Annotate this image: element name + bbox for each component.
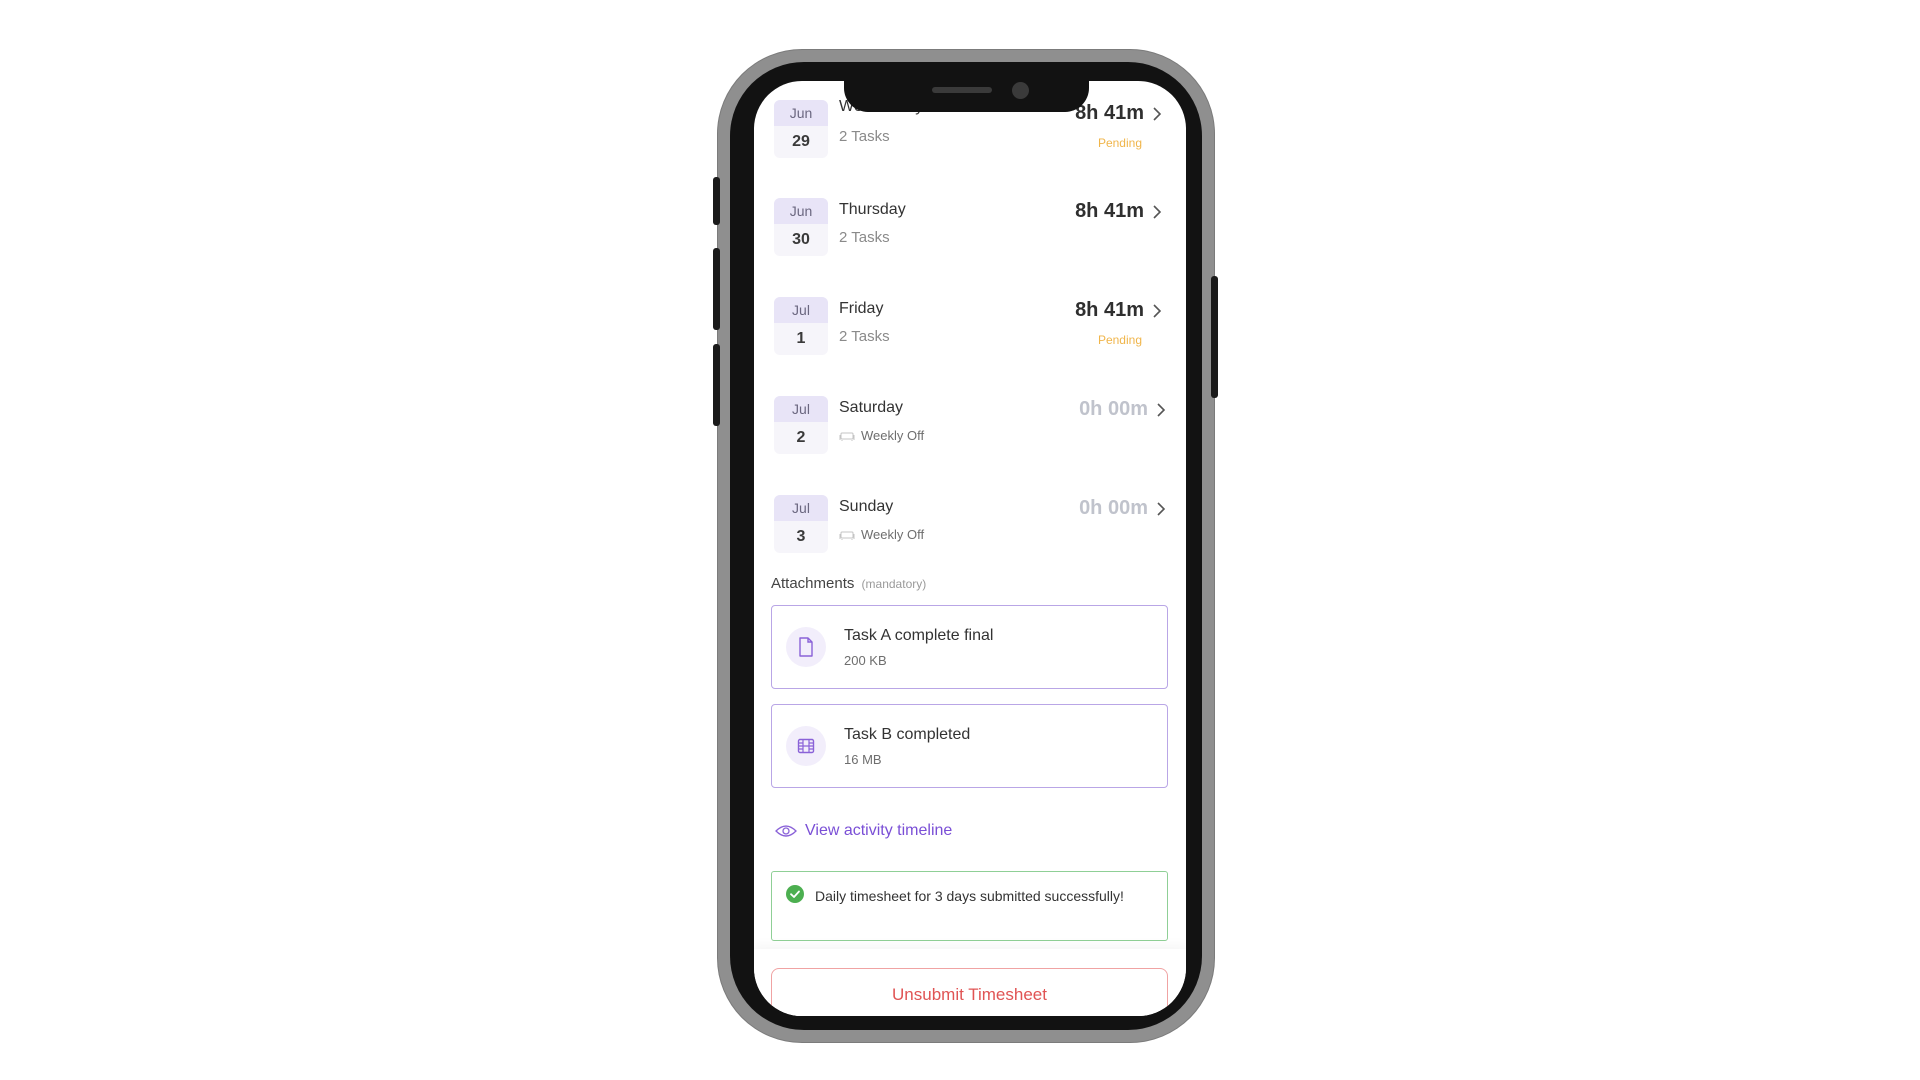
date-day: 29 [792, 133, 810, 150]
date-chip: Jun 30 [774, 198, 828, 256]
chevron-right-icon [1153, 107, 1162, 121]
day-name: Thursday [839, 201, 906, 218]
day-row-sunday[interactable]: Jul 3 Sunday Weekly Off 0h 00m [774, 495, 1170, 559]
timeline-link-label: View activity timeline [805, 822, 953, 839]
sofa-icon [839, 432, 855, 441]
sofa-icon [839, 531, 855, 540]
status-pending: Pending [1097, 333, 1142, 347]
document-icon [786, 627, 826, 667]
day-name: Friday [839, 300, 884, 317]
date-day: 2 [796, 429, 806, 446]
logged-hours: 0h 00m [1079, 398, 1148, 420]
day-name: Sunday [839, 498, 894, 515]
attachment-size: 16 MB [844, 752, 882, 767]
task-count: 2 Tasks [839, 128, 890, 145]
logged-hours: 8h 41m [1075, 102, 1144, 124]
mandatory-hint: (mandatory) [861, 577, 927, 591]
eye-icon [775, 825, 797, 837]
unsubmit-timesheet-button[interactable]: Unsubmit Timesheet [771, 968, 1168, 1016]
chevron-right-icon [1153, 304, 1162, 318]
chevron-right-icon [1157, 502, 1166, 516]
weekly-off-label: Weekly Off [839, 428, 924, 443]
status-pending: Pending [1097, 136, 1142, 150]
date-month: Jun [774, 198, 828, 224]
speaker-grille [932, 87, 992, 93]
task-count: 2 Tasks [839, 229, 890, 246]
phone-notch [844, 78, 1089, 112]
attachments-title: Attachments [771, 575, 855, 592]
task-count: 2 Tasks [839, 328, 890, 345]
weekly-off-label: Weekly Off [839, 527, 924, 542]
date-day: 3 [796, 528, 806, 545]
volume-down-button [713, 344, 720, 426]
attachment-size: 200 KB [844, 653, 887, 668]
view-activity-timeline-link[interactable]: View activity timeline [775, 822, 952, 840]
logged-hours: 8h 41m [1075, 200, 1144, 222]
weekly-off-text: Weekly Off [861, 527, 925, 542]
date-month: Jun [774, 100, 828, 126]
film-icon [786, 726, 826, 766]
check-circle-icon [786, 885, 804, 903]
date-chip: Jul 2 [774, 396, 828, 454]
date-month: Jul [774, 396, 828, 422]
power-button [1211, 276, 1218, 398]
day-row-saturday[interactable]: Jul 2 Saturday Weekly Off 0h 00m [774, 396, 1170, 460]
mute-switch [713, 177, 720, 225]
attachment-card-task-a[interactable]: Task A complete final 200 KB [771, 605, 1168, 689]
date-chip: Jun 29 [774, 100, 828, 158]
day-row-thursday[interactable]: Jun 30 Thursday 2 Tasks 8h 41m [774, 198, 1170, 262]
logged-hours: 0h 00m [1079, 497, 1148, 519]
day-row-friday[interactable]: Jul 1 Friday 2 Tasks 8h 41m Pending [774, 297, 1170, 361]
date-month: Jul [774, 495, 828, 521]
date-day: 1 [796, 330, 806, 347]
success-banner: Daily timesheet for 3 days submitted suc… [771, 871, 1168, 941]
chevron-right-icon [1157, 403, 1166, 417]
date-day: 30 [792, 231, 810, 248]
attachment-name: Task A complete final [844, 627, 994, 644]
app-screen: Jun 29 Wednesday 2 Tasks 8h 41m Pending … [754, 81, 1186, 1016]
date-chip: Jul 3 [774, 495, 828, 553]
attachment-card-task-b[interactable]: Task B completed 16 MB [771, 704, 1168, 788]
attachment-name: Task B completed [844, 726, 971, 743]
front-camera [1012, 82, 1029, 99]
volume-up-button [713, 248, 720, 330]
date-chip: Jul 1 [774, 297, 828, 355]
day-name: Saturday [839, 399, 904, 416]
chevron-right-icon [1153, 205, 1162, 219]
weekly-off-text: Weekly Off [861, 428, 925, 443]
date-month: Jul [774, 297, 828, 323]
success-message: Daily timesheet for 3 days submitted suc… [815, 888, 1124, 904]
attachments-heading: Attachments (mandatory) [771, 575, 926, 592]
logged-hours: 8h 41m [1075, 299, 1144, 321]
